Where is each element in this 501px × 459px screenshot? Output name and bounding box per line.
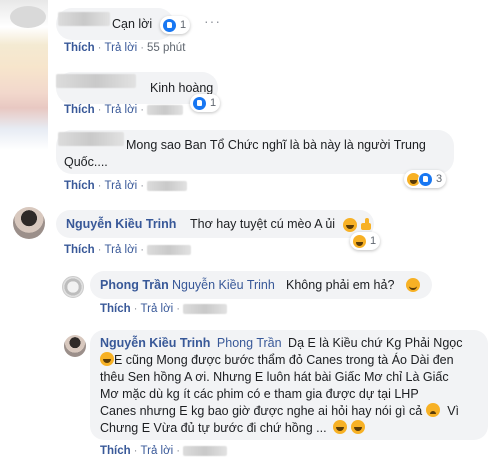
comment-text: Thơ hay tuyệt cú mèo A ủi	[190, 217, 336, 231]
timestamp-hidden[interactable]	[147, 244, 192, 255]
reaction-count[interactable]: 1	[160, 16, 191, 34]
like-button[interactable]: Thích	[100, 445, 131, 457]
reply-bubble: Nguyễn Kiều Trinh Phong Trần Dạ E là Kiề…	[90, 330, 488, 440]
avatar[interactable]	[13, 207, 45, 239]
reaction-count[interactable]: 1	[350, 232, 381, 250]
reply-bubble: Phong Trần Nguyễn Kiều Trinh Không phải …	[90, 271, 432, 299]
reply-button[interactable]: Trả lời	[141, 303, 174, 315]
comment-actions: Thích · Trả lời ·	[100, 445, 228, 457]
comment-bubble: Mong sao Ban Tổ Chức nghĩ là bà này là n…	[56, 130, 454, 174]
comment-text: Vì	[447, 404, 460, 418]
like-icon	[192, 95, 207, 111]
reply-button[interactable]: Trả lời	[105, 180, 138, 192]
timestamp-hidden[interactable]	[147, 180, 188, 191]
comment-text: Chưng E Vừa đủ tự bước đi chứ hồng ...	[100, 421, 327, 435]
comment-text: Cạn lời	[112, 17, 153, 31]
author-name-hidden[interactable]	[58, 12, 110, 26]
haha-icon	[352, 233, 367, 249]
like-button[interactable]: Thích	[64, 104, 95, 116]
like-button[interactable]: Thích	[100, 303, 131, 315]
comment-actions: Thích · Trả lời ·	[100, 303, 228, 315]
comment-text: Mong sao Ban Tổ Chức nghĩ là bà này là n…	[126, 138, 426, 152]
timestamp-hidden[interactable]	[183, 303, 228, 314]
comment-text: Không phải em hả?	[286, 278, 395, 292]
comment-text: Quốc....	[64, 155, 108, 169]
comment-text: E cũng Mong được bước thẩm đỏ Canes tron…	[114, 353, 454, 367]
like-icon	[418, 171, 433, 187]
avatar[interactable]	[10, 6, 46, 28]
comment-text: Canes nhưng E kg bao giờ được nghe ai hỏ…	[100, 404, 423, 418]
comment-actions: Thích · Trả lời · 55 phút	[64, 42, 186, 54]
like-button[interactable]: Thích	[64, 180, 95, 192]
reaction-count[interactable]: 1	[190, 94, 221, 112]
smile-emoji	[406, 278, 420, 292]
reply-button[interactable]: Trả lời	[105, 104, 138, 116]
more-options-icon[interactable]: ···	[204, 13, 221, 29]
timestamp-hidden[interactable]	[183, 445, 228, 456]
comment-text: Mơ mặc dù kg ít các phim có e tham gia đ…	[100, 387, 419, 401]
comment-actions: Thích · Trả lời ·	[64, 244, 192, 256]
reply-button[interactable]: Trả lời	[141, 445, 174, 457]
author-name[interactable]: Nguyễn Kiều Trinh	[100, 336, 210, 350]
avatar[interactable]	[62, 276, 84, 298]
haha-emoji	[350, 420, 365, 434]
mention-link[interactable]: Phong Trần	[217, 336, 282, 350]
comment-text: Dạ E là Kiều chứ Kg Phải Ngọc	[288, 336, 463, 350]
reply-button[interactable]: Trả lời	[105, 244, 138, 256]
reply-button[interactable]: Trả lời	[105, 42, 138, 54]
comment-text: thêu Sen hồng A ơi. Nhưng E luôn hát bài…	[100, 370, 449, 384]
like-button[interactable]: Thích	[64, 244, 95, 256]
thumbs-up-emoji	[359, 217, 373, 231]
haha-emoji	[343, 218, 357, 232]
timestamp-hidden[interactable]	[147, 104, 184, 115]
comment-actions: Thích · Trả lời ·	[64, 180, 188, 192]
crying-emoji	[425, 403, 440, 417]
reaction-count[interactable]: 3	[404, 170, 447, 188]
haha-emoji	[100, 352, 114, 366]
mention-link[interactable]: Nguyễn Kiều Trinh	[172, 277, 275, 294]
comment-actions: Thích · Trả lời ·	[64, 104, 184, 116]
like-icon	[162, 17, 177, 33]
author-name[interactable]: Nguyễn Kiều Trinh	[66, 216, 176, 233]
author-name-hidden[interactable]	[58, 132, 124, 146]
comment-bubble: Nguyễn Kiều Trinh Thơ hay tuyệt cú mèo A…	[56, 210, 374, 238]
comment-bubble: Cạn lời	[56, 8, 174, 40]
author-name[interactable]: Phong Trần	[100, 277, 169, 294]
timestamp[interactable]: 55 phút	[147, 42, 185, 54]
haha-emoji	[333, 420, 348, 434]
avatar[interactable]	[64, 335, 86, 357]
like-button[interactable]: Thích	[64, 42, 95, 54]
author-name-hidden[interactable]	[56, 74, 136, 88]
